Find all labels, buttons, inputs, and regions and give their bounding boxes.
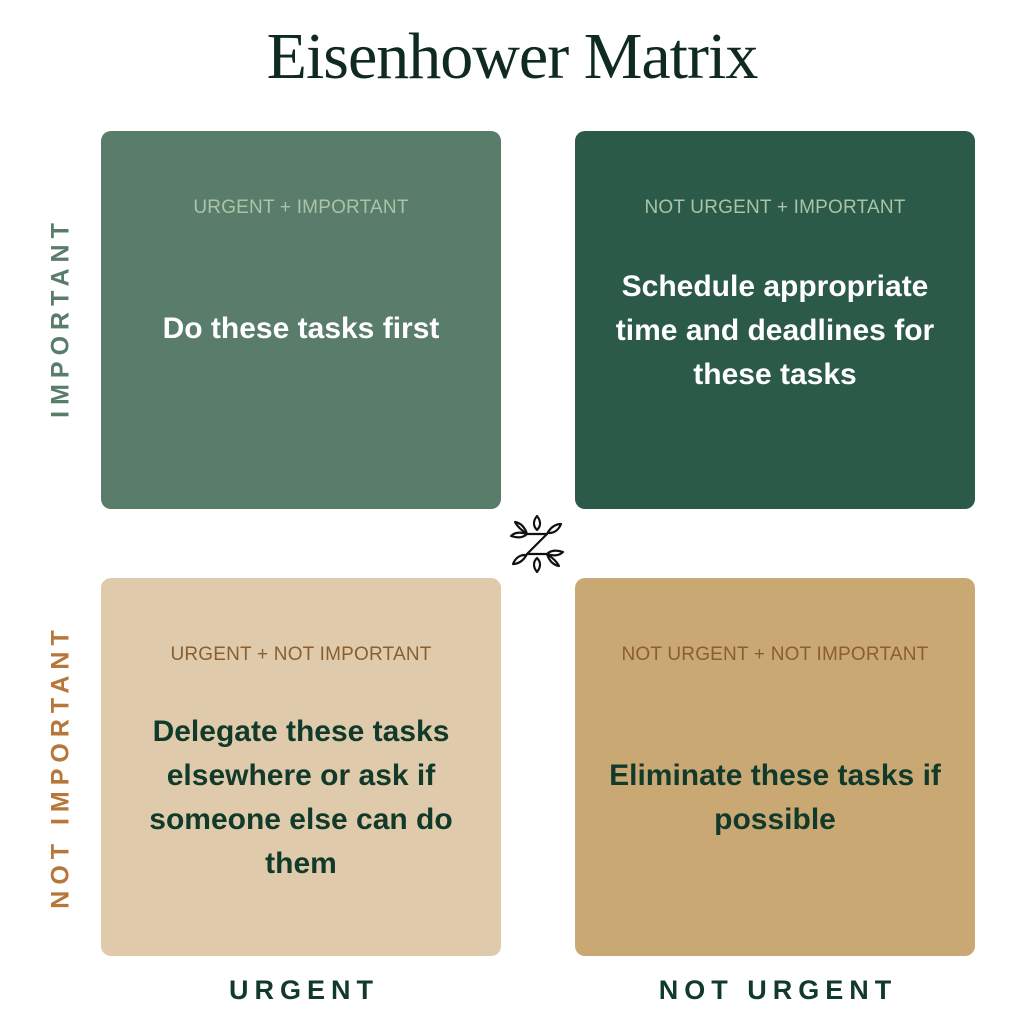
axis-label-important: IMPORTANT bbox=[46, 217, 75, 418]
page-title: Eisenhower Matrix bbox=[266, 20, 759, 93]
quadrant-not-urgent-not-important: NOT URGENT + NOT IMPORTANT Eliminate the… bbox=[575, 578, 975, 956]
quadrant-action: Delegate these tasks elsewhere or ask if… bbox=[149, 715, 453, 880]
axis-label-not-urgent: NOT URGENT bbox=[658, 975, 898, 1005]
axis-label-not-important: NOT IMPORTANT bbox=[46, 624, 75, 909]
quadrant-category: URGENT + IMPORTANT bbox=[193, 197, 409, 218]
quadrant-urgent-important: URGENT + IMPORTANT Do these tasks first bbox=[101, 131, 501, 509]
quadrant-category: NOT URGENT + NOT IMPORTANT bbox=[621, 644, 929, 665]
axis-label-urgent: URGENT bbox=[229, 975, 379, 1005]
quadrant-not-urgent-important: NOT URGENT + IMPORTANT Schedule appropri… bbox=[575, 131, 975, 509]
quadrant-action: Schedule appropriate time and deadlines … bbox=[615, 270, 935, 391]
leaf-z-logo-icon bbox=[509, 514, 565, 574]
quadrant-action: Do these tasks first bbox=[162, 312, 440, 345]
quadrant-category: URGENT + NOT IMPORTANT bbox=[170, 644, 432, 665]
quadrant-urgent-not-important: URGENT + NOT IMPORTANT Delegate these ta… bbox=[101, 578, 501, 956]
quadrant-action: Eliminate these tasks if possible bbox=[609, 759, 941, 836]
quadrant-category: NOT URGENT + IMPORTANT bbox=[644, 197, 906, 218]
